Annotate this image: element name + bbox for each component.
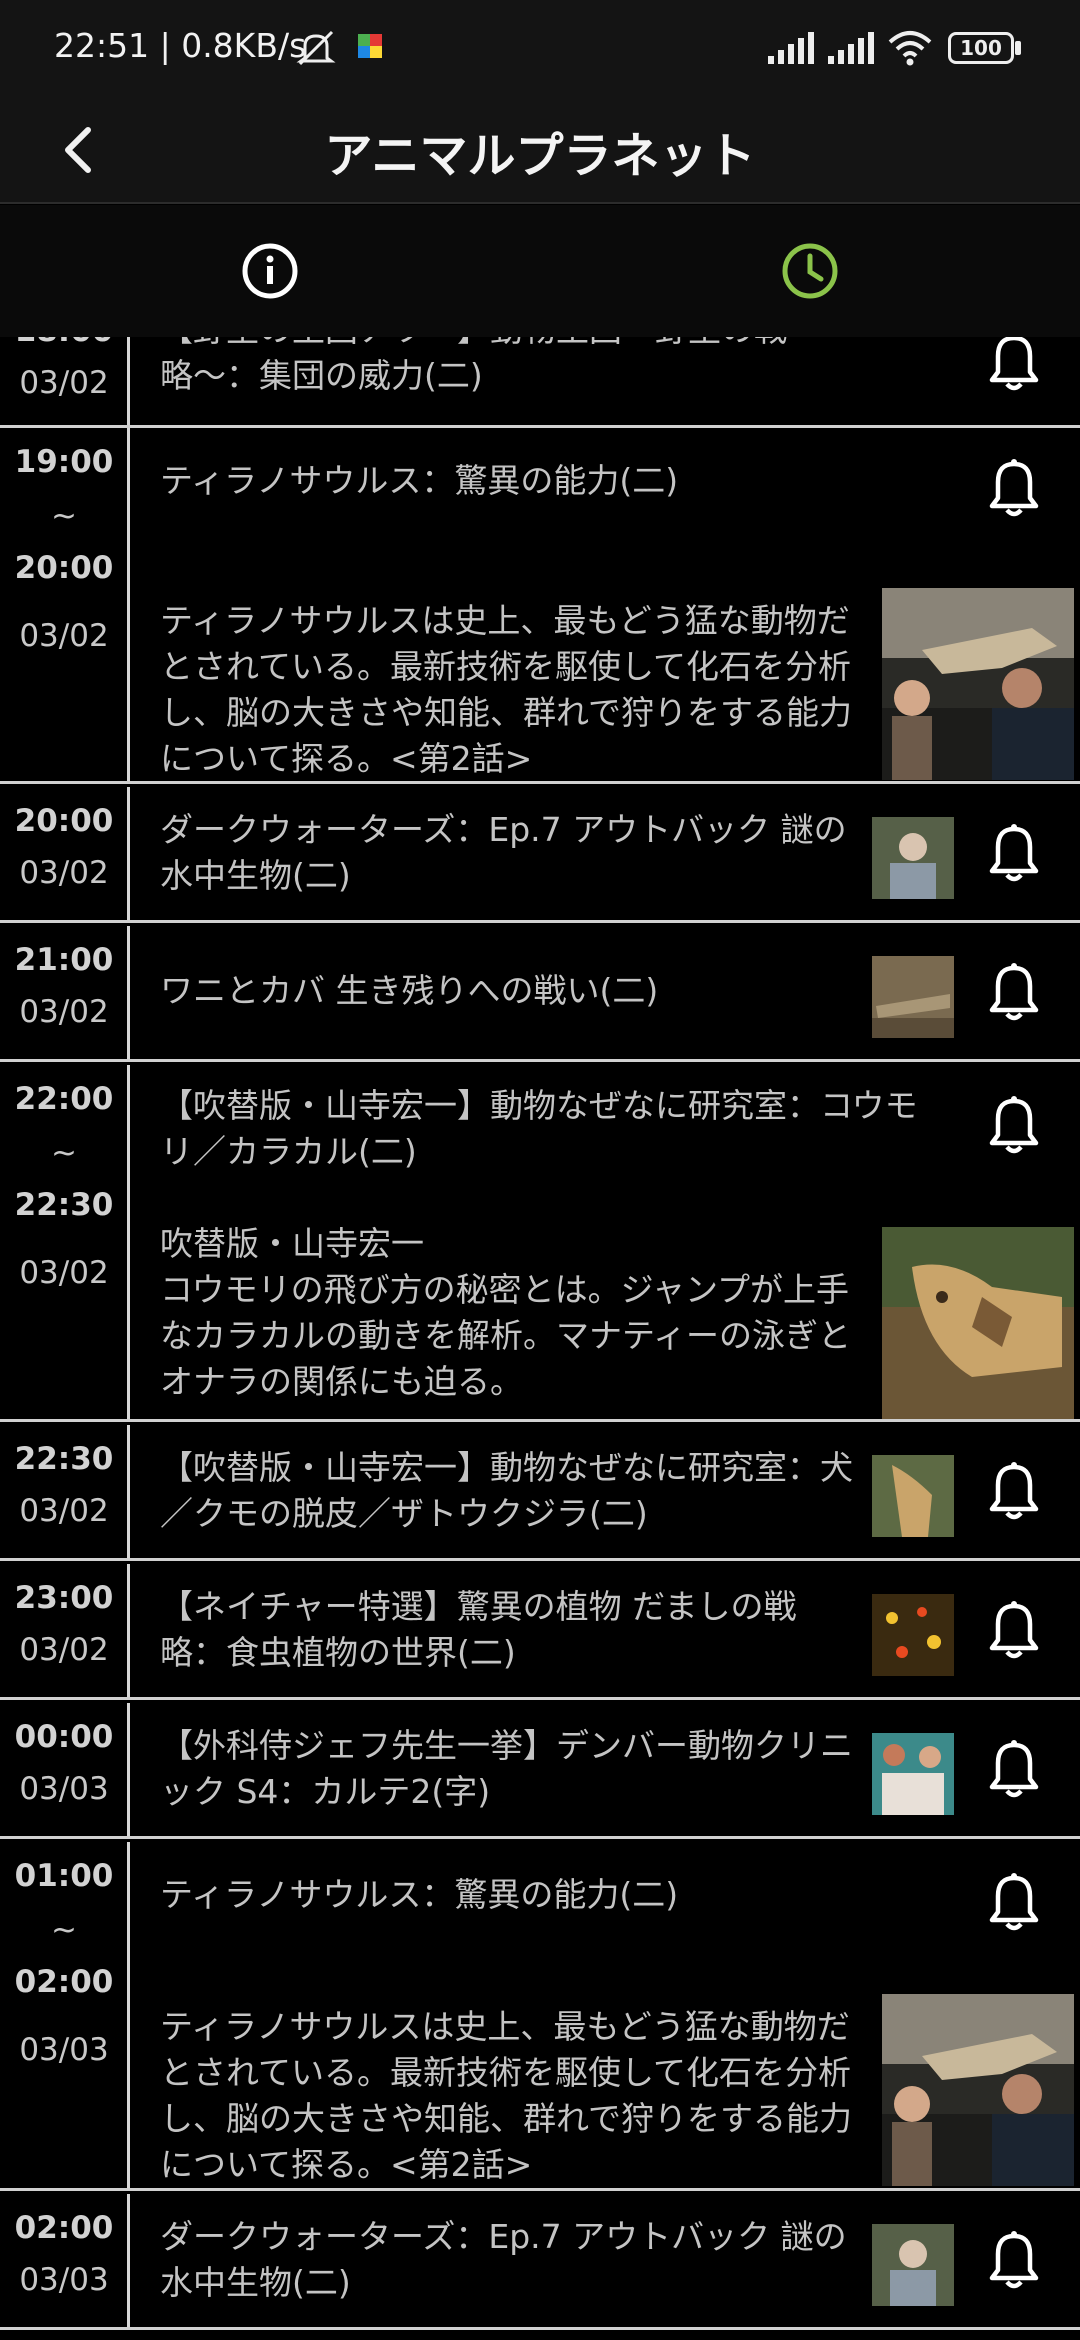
program-row[interactable]: 21:00 03/02 ワニとカバ 生き残りへの戦い(二) — [0, 926, 1080, 1062]
program-image — [882, 1227, 1074, 1419]
app-bar: アニマルプラネット — [0, 96, 1080, 204]
start-time: 22:30 — [14, 1441, 114, 1477]
air-date: 03/02 — [19, 1255, 109, 1291]
end-time: 20:00 — [14, 550, 114, 586]
bell-icon[interactable] — [986, 1872, 1042, 1934]
wifi-icon — [888, 31, 932, 66]
time-column: 00:00 03/03 — [0, 1703, 130, 1836]
program-thumbnail — [872, 956, 954, 1038]
air-date: 03/03 — [19, 2032, 109, 2068]
program-row[interactable]: 23:00 03/02 【ネイチャー特選】驚異の植物 だましの戦略：食虫植物の世… — [0, 1564, 1080, 1700]
bell-icon[interactable] — [986, 458, 1042, 520]
start-time: 22:00 — [14, 1081, 114, 1117]
program-row[interactable]: 20:00 03/02 ダークウォーターズ：Ep.7 アウトバック 謎の水中生物… — [0, 787, 1080, 923]
page-title: アニマルプラネット — [324, 128, 756, 184]
start-time: 00:00 — [14, 1719, 114, 1755]
battery-tip — [1015, 41, 1021, 55]
program-title: 【野生の王国アワー】動物王国～野生の戦 略～：集団の威力(二) — [160, 337, 787, 395]
program-title: ワニとカバ 生き残りへの戦い(二) — [160, 971, 659, 1010]
time-column: 02:00 03/03 — [0, 2194, 130, 2327]
program-title: 【ネイチャー特選】驚異の植物 だましの戦略：食虫植物の世界(二) — [160, 1587, 797, 1672]
bell-icon[interactable] — [986, 962, 1042, 1024]
program-row[interactable]: 00:00 03/03 【外科侍ジェフ先生一挙】デンバー動物クリニック S4：カ… — [0, 1703, 1080, 1839]
start-time: 20:00 — [14, 803, 114, 839]
bell-icon[interactable] — [986, 1739, 1042, 1801]
program-list[interactable]: 18:00 03/02 【野生の王国アワー】動物王国～野生の戦 略～：集団の威力… — [0, 337, 1080, 2340]
program-title: 【吹替版・山寺宏一】動物なぜなに研究室：コウモリ／カラカル(二) — [160, 1086, 918, 1171]
signal-icon — [768, 32, 814, 64]
time-separator: ~ — [51, 1135, 77, 1171]
bell-icon[interactable] — [986, 2230, 1042, 2292]
air-date: 03/02 — [19, 1632, 109, 1668]
start-time: 23:00 — [14, 1580, 114, 1616]
program-title: ティラノサウルス：驚異の能力(二) — [160, 1875, 679, 1914]
program-title: 【吹替版・山寺宏一】動物なぜなに研究室：犬／クモの脱皮／ザトウクジラ(二) — [160, 1448, 853, 1533]
bell-icon[interactable] — [986, 1461, 1042, 1523]
tab-bar — [0, 205, 1080, 337]
program-description: ティラノサウルスは史上、最もどう猛な動物だとされている。最新技術を駆使して化石を… — [160, 601, 853, 778]
time-separator: ~ — [51, 1912, 77, 1948]
program-thumbnail — [872, 817, 954, 899]
battery-icon: 100 — [948, 32, 1014, 64]
bell-icon[interactable] — [986, 1600, 1042, 1662]
air-date: 03/02 — [19, 1493, 109, 1529]
start-time: 18:00 — [0, 337, 128, 349]
end-time: 02:00 — [14, 1964, 114, 2000]
bell-icon[interactable] — [986, 823, 1042, 885]
program-title: ティラノサウルス：驚異の能力(二) — [160, 461, 679, 500]
program-title: ダークウォーターズ：Ep.7 アウトバック 謎の水中生物(二) — [160, 810, 847, 895]
info-icon — [242, 243, 298, 299]
air-date: 03/02 — [19, 618, 109, 654]
program-row[interactable]: 01:00 ~ 02:00 03/03 ティラノサウルス：驚異の能力(二) ティ… — [0, 1842, 1080, 2191]
time-separator: ~ — [51, 498, 77, 534]
signal-icon-2 — [828, 32, 874, 64]
program-image — [882, 1994, 1074, 2186]
program-row[interactable]: 02:00 03/03 ダークウォーターズ：Ep.7 アウトバック 謎の水中生物… — [0, 2194, 1080, 2330]
start-time: 21:00 — [14, 942, 114, 978]
time-column: 21:00 03/02 — [0, 926, 130, 1059]
start-time: 02:00 — [14, 2210, 114, 2246]
program-description: ティラノサウルスは史上、最もどう猛な動物だとされている。最新技術を駆使して化石を… — [160, 2007, 853, 2184]
time-column: 22:30 03/02 — [0, 1425, 130, 1558]
program-description: 吹替版・山寺宏一 コウモリの飛び方の秘密とは。ジャンプが上手なカラカルの動きを解… — [160, 1224, 852, 1401]
program-thumbnail — [872, 1455, 954, 1537]
app-icon — [358, 34, 382, 58]
program-title: 【外科侍ジェフ先生一挙】デンバー動物クリニック S4：カルテ2(字) — [160, 1726, 853, 1811]
status-bar: 22:51 | 0.8KB/s 100 — [0, 0, 1080, 96]
program-thumbnail — [872, 2224, 954, 2306]
air-date: 03/03 — [19, 2262, 109, 2298]
air-date: 03/02 — [19, 855, 109, 891]
air-date: 03/03 — [19, 1771, 109, 1807]
time-column: 20:00 03/02 — [0, 787, 130, 920]
end-time: 22:30 — [14, 1187, 114, 1223]
program-row[interactable]: 18:00 03/02 【野生の王国アワー】動物王国～野生の戦 略～：集団の威力… — [0, 337, 1080, 428]
clock-icon — [782, 243, 838, 299]
bell-icon[interactable] — [986, 1095, 1042, 1157]
start-time: 01:00 — [14, 1858, 114, 1894]
tab-info[interactable] — [0, 205, 540, 337]
time-column: 22:00 ~ 22:30 03/02 — [0, 1065, 130, 1419]
air-date: 03/02 — [19, 365, 109, 401]
program-thumbnail — [872, 1733, 954, 1815]
status-time: 22:51 | 0.8KB/s — [54, 26, 307, 65]
program-thumbnail — [872, 1594, 954, 1676]
time-column: 19:00 ~ 20:00 03/02 — [0, 428, 130, 781]
program-row[interactable]: 19:00 ~ 20:00 03/02 ティラノサウルス：驚異の能力(二) ティ… — [0, 428, 1080, 784]
time-column: 23:00 03/02 — [0, 1564, 130, 1697]
air-date: 03/02 — [19, 994, 109, 1030]
mute-icon — [296, 30, 336, 66]
battery-level: 100 — [960, 36, 1002, 60]
tab-schedule[interactable] — [540, 205, 1080, 337]
program-row[interactable]: 22:30 03/02 【吹替版・山寺宏一】動物なぜなに研究室：犬／クモの脱皮／… — [0, 1425, 1080, 1561]
program-image — [882, 588, 1074, 780]
time-column: 18:00 03/02 — [0, 337, 130, 425]
program-title: ダークウォーターズ：Ep.7 アウトバック 謎の水中生物(二) — [160, 2217, 847, 2302]
start-time: 19:00 — [14, 444, 114, 480]
bell-icon[interactable] — [986, 337, 1042, 394]
program-row[interactable]: 22:00 ~ 22:30 03/02 【吹替版・山寺宏一】動物なぜなに研究室：… — [0, 1065, 1080, 1422]
time-column: 01:00 ~ 02:00 03/03 — [0, 1842, 130, 2188]
